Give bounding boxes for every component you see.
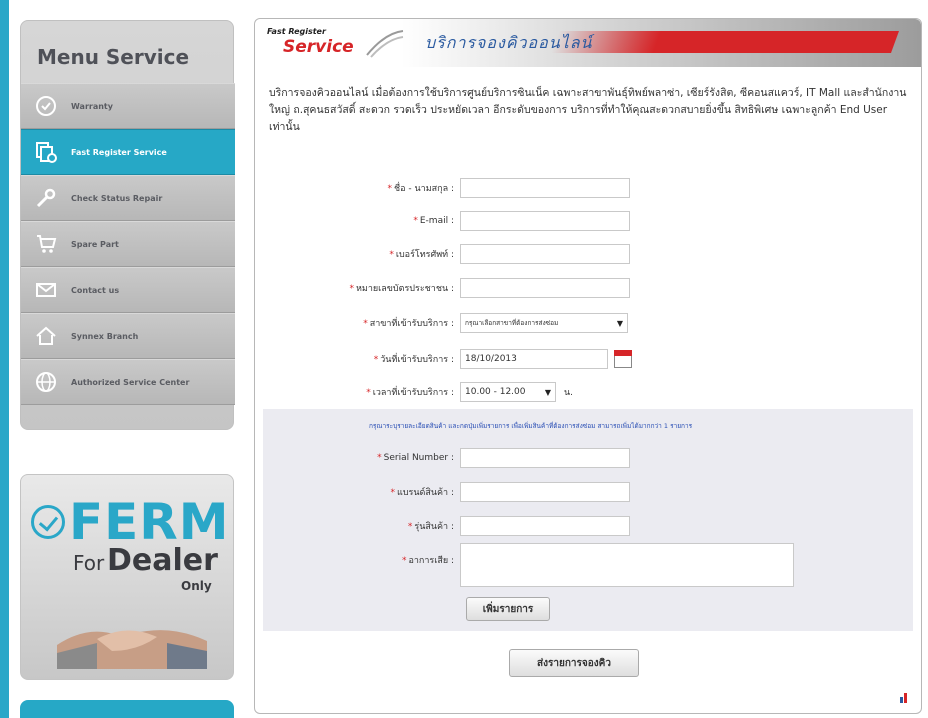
time-label: * เวลาที่เข้ารับบริการ :	[366, 388, 454, 398]
menu-item-label: Synnex Branch	[71, 331, 139, 341]
menu-title: Menu Service	[37, 45, 190, 69]
wrench-icon	[21, 175, 71, 221]
row-serial: * Serial Number :	[255, 448, 630, 468]
ferm-dealer-banner[interactable]: FERM For Dealer Only	[20, 474, 234, 680]
submit-booking-button[interactable]: ส่งรายการจองคิว	[509, 649, 639, 677]
menu-item-check-status-repair[interactable]: Check Status Repair	[21, 175, 235, 221]
register-icon	[21, 129, 71, 175]
row-branch: * สาขาที่เข้ารับบริการ : กรุณาเลือกสาขาที…	[255, 313, 628, 333]
menu-list: Warranty Fast Register Service Check Sta…	[21, 83, 235, 405]
globe-icon	[21, 359, 71, 405]
swoosh-icon	[366, 30, 404, 58]
serial-number-input[interactable]	[460, 448, 630, 468]
menu-item-label: Authorized Service Center	[71, 377, 190, 387]
menu-item-label: Fast Register Service	[71, 147, 167, 157]
date-input[interactable]	[460, 349, 608, 369]
home-icon	[21, 313, 71, 359]
branch-label: * สาขาที่เข้ารับบริการ :	[363, 319, 454, 329]
intro-text: บริการจองคิวออนไลน์ เมื่อต้องการใช้บริกา…	[269, 87, 907, 133]
page: Menu Service Warranty Fast Register Serv…	[0, 0, 928, 718]
row-brand: * แบรนด์สินค้า :	[255, 482, 630, 502]
model-input[interactable]	[460, 516, 630, 536]
menu-item-label: Contact us	[71, 285, 120, 295]
check-circle-icon	[31, 505, 65, 539]
serial-label: * Serial Number :	[377, 453, 454, 463]
row-symptom: * อาการเสีย :	[255, 543, 794, 587]
model-label: * รุ่นสินค้า :	[407, 522, 454, 532]
banner-red-stripe	[550, 31, 900, 53]
menu-item-label: Check Status Repair	[71, 193, 163, 203]
email-label: * E-mail :	[413, 216, 454, 226]
logo-service: Service	[283, 37, 354, 57]
brand-label: * แบรนด์สินค้า :	[390, 488, 454, 498]
mail-icon	[21, 267, 71, 313]
name-label: * ชื่อ - นามสกุล :	[387, 184, 454, 194]
warranty-icon	[21, 83, 71, 129]
menu-service-panel: Menu Service Warranty Fast Register Serv…	[20, 20, 235, 430]
menu-item-spare-part[interactable]: Spare Part	[21, 221, 235, 267]
banner-title: บริการจองคิวออนไลน์	[425, 33, 593, 52]
time-select-value: 10.00 - 12.00	[465, 387, 526, 397]
row-idcard: * หมายเลขบัตรประชาชน :	[255, 278, 630, 298]
idcard-label: * หมายเลขบัตรประชาชน :	[349, 284, 454, 294]
time-unit: น.	[564, 388, 574, 398]
symptom-textarea[interactable]	[460, 543, 794, 587]
chevron-down-icon: ▼	[544, 387, 551, 397]
service-banner: Fast Register Service บริการจองคิวออนไลน…	[255, 19, 921, 67]
branch-select[interactable]: กรุณาเลือกสาขาที่ต้องการส่งซ่อม ▼	[460, 313, 628, 333]
cart-icon	[21, 221, 71, 267]
date-label: * วันที่เข้ารับบริการ :	[373, 355, 454, 365]
menu-item-authorized-service-center[interactable]: Authorized Service Center	[21, 359, 235, 405]
menu-item-synnex-branch[interactable]: Synnex Branch	[21, 313, 235, 359]
idcard-input[interactable]	[460, 278, 630, 298]
row-date: * วันที่เข้ารับบริการ :	[255, 349, 632, 369]
row-model: * รุ่นสินค้า :	[255, 516, 630, 536]
menu-item-label: Warranty	[71, 101, 113, 111]
row-name: * ชื่อ - นามสกุล :	[255, 178, 630, 198]
left-accent-bar	[0, 0, 9, 718]
menu-item-contact-us[interactable]: Contact us	[21, 267, 235, 313]
register-form-panel: Fast Register Service บริการจองคิวออนไลน…	[254, 18, 922, 714]
row-email: * E-mail :	[255, 211, 630, 231]
menu-item-fast-register-service[interactable]: Fast Register Service	[21, 129, 235, 175]
ferm-dealer-text: Dealer	[107, 543, 218, 578]
time-select[interactable]: 10.00 - 12.00 ▼	[460, 382, 556, 402]
menu-item-warranty[interactable]: Warranty	[21, 83, 235, 129]
handshake-image	[57, 630, 207, 669]
row-time: * เวลาที่เข้ารับบริการ : 10.00 - 12.00 ▼ …	[255, 382, 573, 402]
ferm-only-text: Only	[181, 579, 212, 593]
phone-input[interactable]	[460, 244, 630, 264]
add-item-button[interactable]: เพิ่มรายการ	[466, 597, 550, 621]
email-input[interactable]	[460, 211, 630, 231]
product-note: กรุณาระบุรายละเอียดสินค้า และกดปุ่มเพิ่ม…	[369, 422, 693, 430]
ferm-for-text: For	[73, 551, 105, 575]
menu-item-label: Spare Part	[71, 239, 119, 249]
phone-label: * เบอร์โทรศัพท์ :	[389, 250, 454, 260]
logo-fast-register: Fast Register	[267, 27, 326, 36]
sidebar-bottom-box	[20, 700, 234, 718]
row-phone: * เบอร์โทรศัพท์ :	[255, 244, 630, 264]
brand-input[interactable]	[460, 482, 630, 502]
chevron-down-icon: ▼	[616, 318, 623, 328]
branch-select-value: กรุณาเลือกสาขาที่ต้องการส่งซ่อม	[465, 319, 559, 327]
calendar-icon[interactable]	[614, 350, 632, 368]
resize-corner-icon	[900, 693, 907, 703]
name-input[interactable]	[460, 178, 630, 198]
symptom-label: * อาการเสีย :	[401, 556, 454, 566]
